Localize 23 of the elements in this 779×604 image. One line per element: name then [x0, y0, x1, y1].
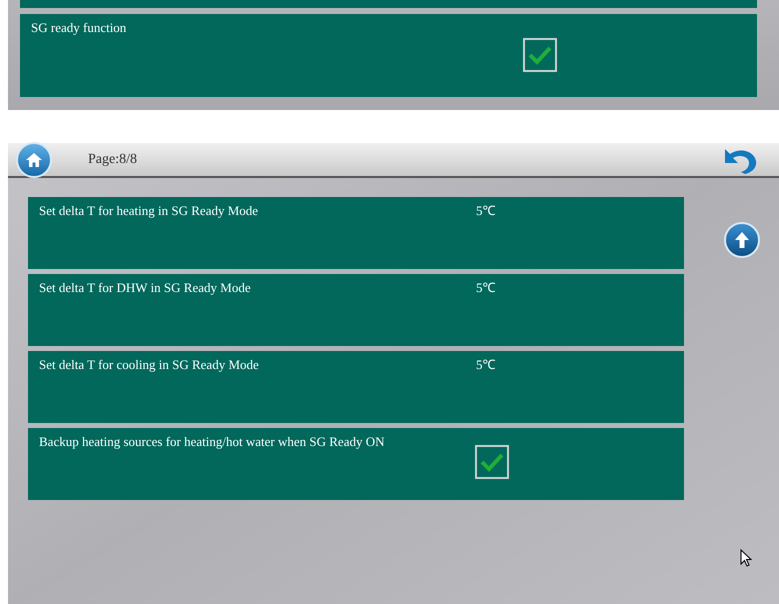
scroll-up-button[interactable]	[724, 222, 760, 258]
home-icon	[25, 152, 43, 168]
setting-row[interactable]: Set delta T for DHW in SG Ready Mode 5℃	[28, 274, 684, 346]
cursor-icon	[740, 549, 752, 567]
setting-row[interactable]: SG ready function	[20, 14, 757, 97]
setting-label: Set delta T for heating in SG Ready Mode	[39, 203, 260, 218]
home-button[interactable]	[16, 142, 52, 178]
setting-row[interactable]: Set delta T for cooling in SG Ready Mode 5℃	[28, 351, 684, 423]
setting-label: Set delta T for DHW in SG Ready Mode	[39, 280, 252, 295]
checkbox[interactable]	[523, 38, 557, 72]
setting-label: Backup heating sources for heating/hot water when SG Ready ON	[39, 434, 386, 449]
checkmark-icon	[480, 452, 504, 472]
setting-label: Set delta T for cooling in SG Ready Mode	[39, 357, 260, 372]
setting-value: 5℃	[476, 203, 496, 218]
checkmark-icon	[528, 45, 552, 65]
setting-value: 5℃	[476, 357, 496, 372]
page-indicator: Page:8/8	[88, 151, 137, 169]
setting-value: 5℃	[476, 280, 496, 295]
setting-row[interactable]: Set delta T for heating in SG Ready Mode 5℃	[28, 197, 684, 269]
up-arrow-icon	[734, 231, 750, 249]
setting-label: SG ready function	[31, 20, 128, 35]
setting-row[interactable]: Backup heating sources for heating/hot water when SG Ready ON	[28, 428, 684, 500]
checkbox[interactable]	[475, 445, 509, 479]
